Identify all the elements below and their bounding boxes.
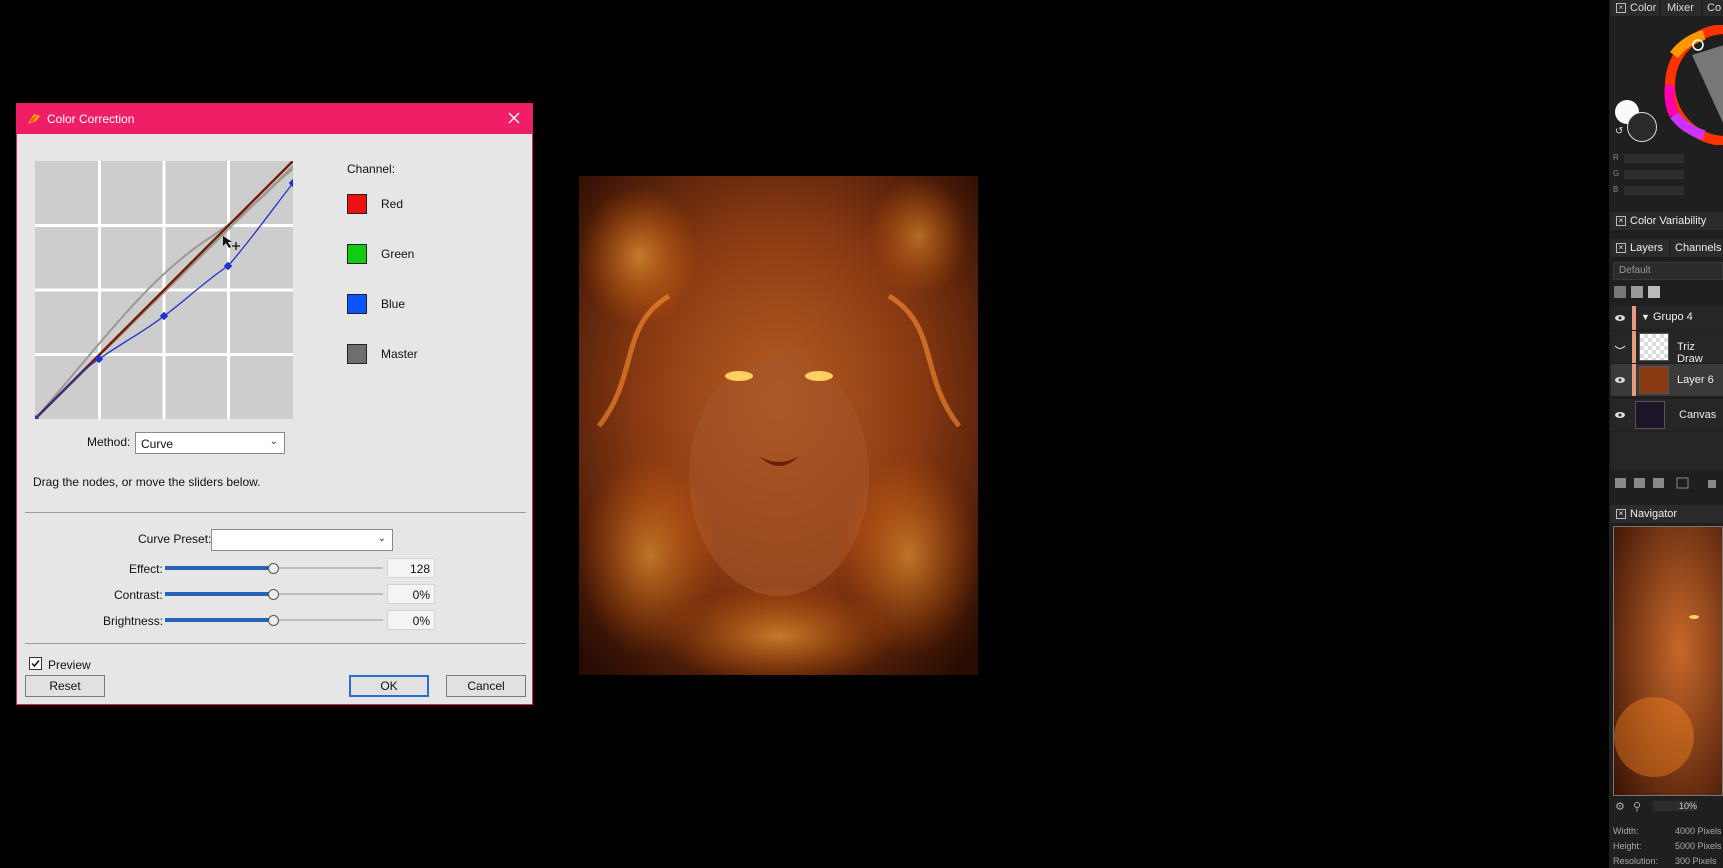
swap-colors-icon[interactable]: ↺ — [1615, 126, 1623, 137]
app-icon — [27, 113, 41, 128]
tab-channels[interactable]: Channels — [1671, 239, 1723, 257]
eye-icon[interactable] — [1614, 409, 1626, 421]
method-select[interactable]: Curve ⌄ — [135, 432, 285, 454]
curve-preset-label: Curve Preset: — [138, 532, 212, 546]
expand-triangle-icon[interactable]: ▼ — [1641, 312, 1650, 322]
contrast-value-field[interactable]: 0% — [387, 584, 435, 604]
navigator-preview[interactable] — [1613, 526, 1723, 796]
dialog-title: Color Correction — [47, 112, 135, 126]
layer-tools-icons[interactable] — [1613, 476, 1723, 490]
layers-empty-area — [1611, 432, 1723, 470]
reset-button[interactable]: Reset — [25, 675, 105, 697]
eye-icon[interactable] — [1614, 374, 1626, 386]
info-width: Width: 4000 Pixels — [1613, 826, 1722, 836]
method-label: Method: — [87, 435, 131, 449]
divider — [25, 512, 526, 513]
divider — [25, 643, 526, 644]
tab-color[interactable]: × Color — [1611, 0, 1659, 16]
contrast-slider-thumb[interactable] — [268, 589, 279, 600]
layer-row[interactable]: Canvas — [1611, 399, 1723, 431]
brightness-slider-thumb[interactable] — [268, 615, 279, 626]
layer-row-group[interactable]: ▼ Grupo 4 — [1611, 306, 1723, 330]
zoom-icon[interactable]: ⚲ — [1633, 800, 1641, 813]
layer-thumbnail — [1635, 401, 1665, 429]
brightness-label: Brightness: — [103, 614, 164, 628]
brightness-value-field[interactable]: 0% — [387, 610, 435, 630]
channel-green-label[interactable]: Green — [381, 247, 414, 261]
rgb-row-g: G — [1613, 169, 1723, 180]
layer-row-selected[interactable]: Layer 6 — [1611, 364, 1723, 396]
color-correction-dialog: Color Correction Channel: Red Green Blue… — [16, 103, 533, 705]
curve-preset-select[interactable]: ⌄ — [211, 529, 393, 551]
curve-editor[interactable] — [30, 160, 298, 424]
channel-master-label[interactable]: Master — [381, 347, 418, 361]
rgb-row-b: B — [1613, 185, 1723, 196]
layer-thumbnail — [1639, 366, 1669, 394]
checkmark-icon — [31, 660, 40, 668]
chevron-down-icon: ⌄ — [269, 436, 278, 447]
right-panels: × Color Mixer Co ↺ R G B × Color Variabili… — [1609, 0, 1723, 868]
effect-label: Effect: — [129, 562, 163, 576]
tab-more[interactable]: Co — [1703, 0, 1723, 16]
g-slider[interactable] — [1624, 170, 1684, 179]
preview-checkbox[interactable] — [29, 657, 42, 670]
channel-red-label[interactable]: Red — [381, 197, 403, 211]
close-icon[interactable] — [506, 110, 522, 126]
close-icon[interactable]: × — [1616, 3, 1626, 14]
navigator-toolbar: ⚙ ⚲ 10% — [1613, 800, 1723, 814]
info-height: Height: 5000 Pixels — [1613, 841, 1722, 851]
channel-green-swatch[interactable] — [347, 244, 367, 264]
ok-button[interactable]: OK — [349, 675, 429, 697]
close-icon[interactable]: × — [1616, 509, 1626, 520]
canvas-artwork[interactable] — [579, 176, 978, 675]
hint-text: Drag the nodes, or move the sliders belo… — [33, 475, 261, 489]
layer-thumbnail — [1639, 333, 1669, 361]
navigator-header[interactable]: × Navigator — [1611, 505, 1723, 523]
preview-label[interactable]: Preview — [48, 658, 91, 672]
chevron-down-icon: ⌄ — [377, 533, 386, 544]
b-slider[interactable] — [1624, 186, 1684, 195]
tab-layers[interactable]: × Layers — [1611, 239, 1669, 257]
contrast-slider-fill — [165, 592, 274, 596]
info-resolution: Resolution: 300 Pixels — [1613, 856, 1717, 866]
channel-blue-label[interactable]: Blue — [381, 297, 405, 311]
eye-closed-icon[interactable] — [1614, 341, 1626, 353]
brightness-slider-fill — [165, 618, 274, 622]
effect-slider-fill — [165, 566, 274, 570]
layer-row[interactable]: Triz Draw — [1611, 331, 1723, 365]
channel-master-swatch[interactable] — [347, 344, 367, 364]
channel-blue-swatch[interactable] — [347, 294, 367, 314]
eye-icon[interactable] — [1614, 312, 1626, 324]
close-icon[interactable]: × — [1616, 216, 1626, 227]
effect-slider[interactable] — [165, 562, 383, 576]
effect-slider-thumb[interactable] — [268, 563, 279, 574]
dialog-title-bar[interactable]: Color Correction — [17, 104, 532, 134]
effect-value-field[interactable]: 128 — [387, 558, 435, 578]
r-slider[interactable] — [1624, 154, 1684, 163]
cancel-button[interactable]: Cancel — [446, 675, 526, 697]
foreground-color-swatch[interactable] — [1627, 112, 1657, 142]
zoom-value[interactable]: 10% — [1653, 801, 1697, 811]
blend-mode-select[interactable]: Default — [1613, 262, 1723, 280]
contrast-label: Contrast: — [114, 588, 163, 602]
method-value: Curve — [141, 437, 174, 451]
brightness-slider[interactable] — [165, 614, 383, 628]
channel-red-swatch[interactable] — [347, 194, 367, 214]
tab-mixer[interactable]: Mixer — [1661, 0, 1701, 16]
rgb-row-r: R — [1613, 153, 1723, 164]
color-variability-header[interactable]: × Color Variability — [1611, 212, 1723, 230]
contrast-slider[interactable] — [165, 588, 383, 602]
rotate-icon[interactable]: ⚙ — [1615, 800, 1625, 813]
color-wheel[interactable] — [1664, 24, 1723, 146]
channel-label: Channel: — [347, 162, 396, 176]
layer-lock-icons[interactable] — [1613, 285, 1673, 299]
close-icon[interactable]: × — [1616, 243, 1626, 254]
